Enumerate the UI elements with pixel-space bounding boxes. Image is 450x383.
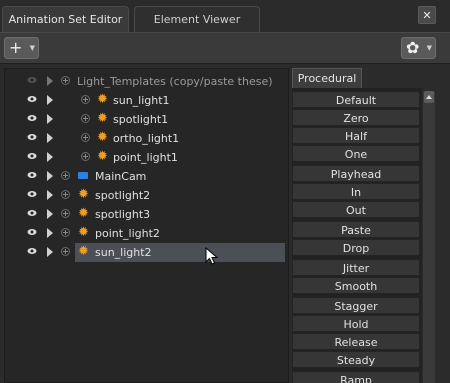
tree-row[interactable]: ✹ point_light2	[5, 224, 288, 243]
eye-icon[interactable]	[27, 75, 37, 85]
procedural-button[interactable]: Steady	[292, 351, 420, 368]
light-icon: ✹	[97, 149, 108, 164]
play-icon[interactable]	[47, 209, 53, 219]
tree-row-selected[interactable]: sun_light2 ✹	[5, 243, 288, 262]
expand-icon[interactable]	[81, 114, 90, 123]
procedural-button[interactable]: Default	[292, 91, 420, 108]
tree-row[interactable]: ✹ spotlight3	[5, 205, 288, 224]
procedural-button[interactable]: Hold	[292, 315, 420, 332]
plus-icon: +	[9, 38, 23, 57]
eye-icon[interactable]	[27, 113, 37, 123]
light-icon: ✹	[97, 130, 108, 145]
tree-row[interactable]: MainCam	[5, 167, 288, 186]
procedural-button[interactable]: Jitter	[292, 259, 420, 276]
light-icon: ✹	[78, 225, 89, 240]
tab-element-viewer[interactable]: Element Viewer	[134, 6, 260, 32]
scroll-up-icon[interactable]	[424, 91, 434, 103]
procedural-button[interactable]: In	[292, 183, 420, 200]
expand-icon[interactable]	[81, 152, 90, 161]
tree-row[interactable]: ✹ spotlight1	[5, 110, 288, 129]
play-icon[interactable]	[47, 133, 53, 143]
expand-icon[interactable]	[81, 133, 90, 142]
light-icon: ✹	[97, 111, 108, 126]
procedural-button[interactable]: One	[292, 145, 420, 162]
tree-row[interactable]: ✹ spotlight2	[5, 186, 288, 205]
light-icon: ✹	[78, 244, 89, 259]
play-icon[interactable]	[47, 76, 53, 86]
gear-icon: ✿	[406, 38, 420, 57]
tree-row[interactable]: Light_Templates (copy/paste these)	[5, 72, 288, 91]
eye-icon[interactable]	[27, 170, 37, 180]
eye-icon[interactable]	[27, 94, 37, 104]
expand-icon[interactable]	[61, 209, 70, 218]
tree-item-label: sun_light2	[75, 243, 285, 262]
tree-item-label: ortho_light1	[113, 132, 180, 145]
light-icon: ✹	[78, 206, 89, 221]
expand-icon[interactable]	[61, 247, 70, 256]
procedural-button[interactable]: Smooth	[292, 277, 420, 294]
light-icon: ✹	[97, 92, 108, 107]
eye-icon[interactable]	[27, 208, 37, 218]
eye-icon[interactable]	[27, 151, 37, 161]
procedural-scrollbar[interactable]	[423, 91, 435, 383]
procedural-panel: Default Zero Half One Playhead In Out Pa…	[292, 88, 422, 383]
procedural-button[interactable]: Playhead	[292, 165, 420, 182]
procedural-button[interactable]: Stagger	[292, 297, 420, 314]
panel-edge	[437, 64, 450, 383]
tab-animation-set-editor[interactable]: Animation Set Editor	[2, 6, 129, 32]
tree-item-label: spotlight1	[113, 113, 169, 126]
procedural-button[interactable]: Half	[292, 127, 420, 144]
eye-icon[interactable]	[27, 227, 37, 237]
procedural-button[interactable]: Ramp	[292, 371, 420, 383]
expand-icon[interactable]	[61, 190, 70, 199]
procedural-button[interactable]: Drop	[292, 239, 420, 256]
play-icon[interactable]	[47, 190, 53, 200]
settings-button[interactable]: ✿ ▼	[401, 37, 436, 59]
toolbar: + ▼ ✿ ▼	[0, 32, 450, 64]
add-button[interactable]: + ▼	[4, 37, 39, 59]
tree-item-label: sun_light1	[113, 94, 170, 107]
eye-icon[interactable]	[27, 189, 37, 199]
camera-icon	[78, 172, 88, 179]
tree-item-label: spotlight3	[95, 208, 151, 221]
tab-bar: Animation Set Editor Element Viewer ✕	[0, 0, 450, 32]
eye-icon[interactable]	[27, 132, 37, 142]
expand-icon[interactable]	[61, 171, 70, 180]
mouse-cursor-icon	[205, 247, 219, 265]
procedural-button[interactable]: Paste	[292, 221, 420, 238]
tree-item-label: MainCam	[95, 170, 147, 183]
collapse-icon[interactable]	[61, 76, 70, 85]
procedural-button[interactable]: Release	[292, 333, 420, 350]
eye-icon[interactable]	[27, 246, 37, 256]
tree-item-label: point_light1	[113, 151, 178, 164]
light-icon: ✹	[78, 187, 89, 202]
expand-icon[interactable]	[81, 95, 90, 104]
chevron-down-icon: ▼	[29, 44, 35, 52]
play-icon[interactable]	[47, 114, 53, 124]
tree-row[interactable]: ✹ sun_light1	[5, 91, 288, 110]
tree-item-label: spotlight2	[95, 189, 151, 202]
play-icon[interactable]	[47, 152, 53, 162]
tab-procedural[interactable]: Procedural	[292, 68, 362, 88]
chevron-down-icon: ▼	[426, 44, 432, 52]
play-icon[interactable]	[47, 95, 53, 105]
play-icon[interactable]	[47, 228, 53, 238]
tree-item-label: Light_Templates (copy/paste these)	[77, 75, 273, 88]
tree-row[interactable]: ✹ point_light1	[5, 148, 288, 167]
procedural-button[interactable]: Zero	[292, 109, 420, 126]
tree-item-label: point_light2	[95, 227, 160, 240]
close-button[interactable]: ✕	[418, 6, 436, 24]
tree-row[interactable]: ✹ ortho_light1	[5, 129, 288, 148]
animation-set-tree: Light_Templates (copy/paste these) ✹ sun…	[4, 68, 289, 383]
play-icon[interactable]	[47, 171, 53, 181]
procedural-button[interactable]: Out	[292, 201, 420, 218]
expand-icon[interactable]	[61, 228, 70, 237]
play-icon[interactable]	[47, 247, 53, 257]
